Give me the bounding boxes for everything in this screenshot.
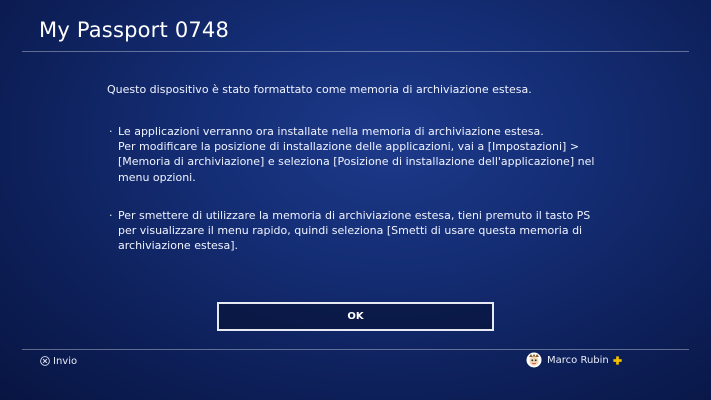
ok-button[interactable]: OK [217,302,494,331]
intro-text: Questo dispositivo è stato formattato co… [107,83,532,96]
bullet-mark: · [109,208,113,222]
page-title: My Passport 0748 [39,18,230,42]
cross-button-icon [40,356,50,366]
avatar-icon [526,352,542,368]
user-name: Marco Rubin [547,354,609,366]
list-item: · Le applicazioni verranno ora installat… [107,124,607,185]
footer-enter-hint: Invio [40,354,77,368]
bottom-divider [22,349,689,350]
bullet-line: Le applicazioni verranno ora installate … [118,125,544,138]
footer-user: Marco Rubin [526,352,622,368]
bullet-mark: · [109,125,113,138]
ps-plus-icon [613,355,622,365]
bullet-line: Per modificare la posizione di installaz… [118,140,595,184]
bullet-line: Per smettere di utilizzare la memoria di… [118,208,591,253]
enter-label: Invio [53,355,78,367]
list-item: · Per smettere di utilizzare la memoria … [107,208,607,254]
info-list: · Le applicazioni verranno ora installat… [107,124,607,276]
top-divider [22,51,689,52]
